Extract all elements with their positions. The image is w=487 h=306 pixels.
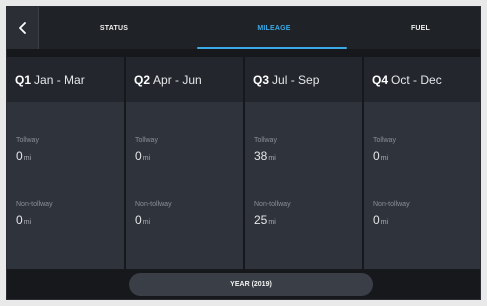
tab-fuel-label: FUEL [410,24,431,32]
non-tollway-number: 0 [135,213,142,227]
unit: mi [142,155,151,162]
device-screen: STATUS MILEAGE FUEL Q1 Jan - Mar Tollway… [6,6,481,300]
non-tollway-label: Non-tollway [254,201,291,208]
tollway-value: 0mi [373,149,388,163]
tollway-number: 0 [135,149,142,163]
quarter-header: Q1 Jan - Mar [7,57,124,102]
non-tollway-value: 0mi [16,213,31,227]
quarter-name: Q2 [134,72,151,87]
active-tab-indicator [197,47,347,49]
tab-status-label: STATUS [99,24,129,32]
quarter-card-q3: Q3 Jul - Sep Tollway 38mi Non-tollway 25… [245,57,362,269]
non-tollway-label: Non-tollway [16,201,53,208]
tollway-number: 0 [373,149,380,163]
non-tollway-value: 0mi [135,213,150,227]
tollway-number: 0 [16,149,23,163]
tollway-label: Tollway [16,137,39,144]
chevron-left-icon [18,22,26,34]
quarter-range: Oct - Dec [391,72,442,87]
unit: mi [268,155,276,162]
non-tollway-number: 0 [16,213,23,227]
tollway-label: Tollway [135,137,158,144]
top-nav-bar: STATUS MILEAGE FUEL [7,7,480,49]
quarter-card-q4: Q4 Oct - Dec Tollway 0mi Non-tollway 0mi [364,57,480,269]
quarter-header: Q4 Oct - Dec [364,57,480,102]
quarter-range: Jul - Sep [272,72,320,87]
tollway-value: 0mi [16,149,31,163]
tab-mileage-label: MILEAGE [257,24,291,32]
quarter-name: Q3 [253,72,270,87]
quarter-range: Apr - Jun [153,72,202,87]
non-tollway-number: 0 [373,213,380,227]
tab-mileage[interactable]: MILEAGE [189,7,359,49]
quarter-header: Q2 Apr - Jun [126,57,243,102]
non-tollway-value: 0mi [373,213,388,227]
tab-fuel[interactable]: FUEL [359,7,480,49]
unit: mi [380,219,389,226]
tollway-label: Tollway [373,137,396,144]
unit: mi [142,219,151,226]
non-tollway-label: Non-tollway [373,201,410,208]
quarter-range: Jan - Mar [34,72,85,87]
tollway-value: 0mi [135,149,150,163]
non-tollway-number: 25 [254,213,268,227]
tollway-label: Tollway [254,137,277,144]
non-tollway-label: Non-tollway [135,201,172,208]
tollway-number: 38 [254,149,268,163]
year-selector-button[interactable]: YEAR (2019) [129,273,373,296]
tab-status[interactable]: STATUS [39,7,189,49]
unit: mi [268,219,276,226]
quarter-card-q1: Q1 Jan - Mar Tollway 0mi Non-tollway 0mi [7,57,124,269]
quarter-name: Q1 [15,72,32,87]
unit: mi [380,155,389,162]
unit: mi [23,219,32,226]
quarter-name: Q4 [372,72,389,87]
non-tollway-value: 25mi [254,213,276,227]
quarter-header: Q3 Jul - Sep [245,57,362,102]
year-selector-label: YEAR (2019) [230,281,272,288]
back-button[interactable] [7,7,38,49]
unit: mi [23,155,32,162]
tollway-value: 38mi [254,149,276,163]
quarter-card-q2: Q2 Apr - Jun Tollway 0mi Non-tollway 0mi [126,57,243,269]
